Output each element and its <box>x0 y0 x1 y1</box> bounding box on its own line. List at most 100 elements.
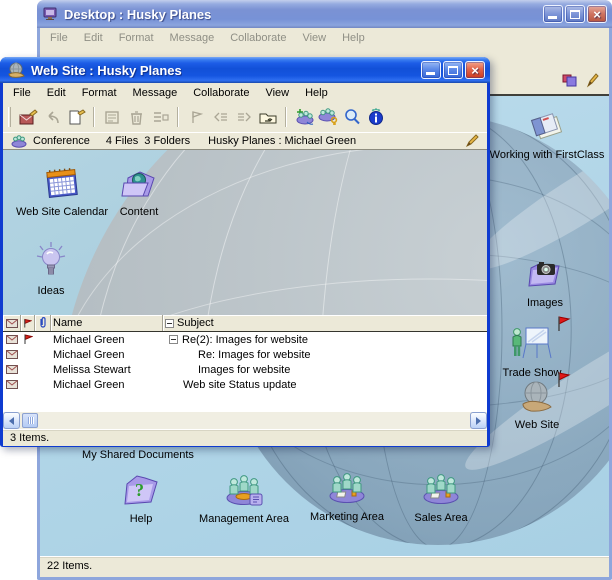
meeting-group-icon <box>222 474 266 508</box>
subscribe-icon <box>235 109 254 126</box>
message-subject: Images for website <box>163 364 487 376</box>
open-parent-folder-icon <box>258 109 278 126</box>
object-kind-label: Conference <box>33 135 90 147</box>
web-site-window-titlebar[interactable]: Web Site : Husky Planes × <box>0 57 490 83</box>
conference-content-area: Web Site Calendar Content <box>3 150 487 315</box>
search-icon <box>342 108 362 126</box>
desktop-icon-images[interactable]: Images <box>505 258 585 309</box>
conference-path: Husky Planes : Michael Green <box>208 135 356 147</box>
thread-icon <box>151 109 170 126</box>
get-info-button[interactable] <box>364 105 388 129</box>
unsubscribe-button[interactable] <box>208 105 232 129</box>
summary-button[interactable] <box>100 105 124 129</box>
layered-pages-icon[interactable] <box>562 74 577 87</box>
menu-collaborate[interactable]: Collaborate <box>222 30 294 46</box>
menu-edit[interactable]: Edit <box>76 30 111 46</box>
scroll-left-button[interactable] <box>3 412 20 429</box>
desktop-icon-working-with-firstclass[interactable]: Working with FirstClass <box>485 108 609 161</box>
column-attachment[interactable] <box>35 315 51 331</box>
menu-message[interactable]: Message <box>125 85 186 101</box>
menu-format[interactable]: Format <box>74 85 125 101</box>
desktop-icon-help[interactable]: ? Help <box>101 472 181 525</box>
maximize-button[interactable] <box>443 61 463 79</box>
message-subject: Re: Images for website <box>163 349 487 361</box>
desktop-icon-sales-area[interactable]: Sales Area <box>381 473 501 524</box>
thread-button[interactable] <box>148 105 172 129</box>
reply-button[interactable] <box>40 105 64 129</box>
search-button[interactable] <box>340 105 364 129</box>
column-name[interactable]: Name <box>51 315 163 331</box>
subscribe-button[interactable] <box>232 105 256 129</box>
delete-button[interactable] <box>124 105 148 129</box>
minimize-button[interactable] <box>421 61 441 79</box>
add-member-icon <box>294 108 315 126</box>
envelope-icon <box>3 350 21 359</box>
flag-icon <box>21 334 35 345</box>
collapse-all-icon[interactable] <box>165 319 174 328</box>
conference-info-bar: Conference 4 Files 3 Folders Husky Plane… <box>3 132 487 150</box>
column-envelope[interactable] <box>3 315 21 331</box>
desktop-icon-label: My Shared Documents <box>68 449 208 461</box>
toolbar-separator <box>93 107 95 127</box>
message-subject: Web site Status update <box>163 379 487 391</box>
books-icon <box>527 108 567 144</box>
sender-name: Michael Green <box>51 349 163 361</box>
flag-icon <box>557 316 571 332</box>
scroll-right-button[interactable] <box>470 412 487 429</box>
message-row[interactable]: Michael Green Re: Images for website <box>3 347 487 362</box>
flag-icon <box>23 318 32 329</box>
thread-collapse-icon[interactable] <box>169 335 178 344</box>
message-row[interactable]: Michael Green Web site Status update <box>3 377 487 392</box>
close-button[interactable]: × <box>587 5 607 23</box>
minimize-button[interactable] <box>543 5 563 23</box>
scrollbar-thumb[interactable] <box>22 413 38 428</box>
new-document-icon <box>67 109 86 126</box>
menu-help[interactable]: Help <box>297 85 336 101</box>
reply-icon <box>43 109 62 126</box>
images-folder-icon <box>525 258 565 292</box>
add-member-button[interactable] <box>292 105 316 129</box>
menu-format[interactable]: Format <box>111 30 162 46</box>
desktop-icon-label: Working with FirstClass <box>485 149 609 161</box>
desktop-window-titlebar[interactable]: Desktop : Husky Planes × <box>37 0 612 28</box>
column-subject[interactable]: Subject <box>163 315 487 331</box>
calendar-icon <box>42 166 82 201</box>
edit-pencil-icon[interactable] <box>586 73 599 88</box>
desktop-icon-web-site[interactable]: Web Site <box>497 380 577 431</box>
column-flag[interactable] <box>21 315 35 331</box>
toolbar-grip[interactable] <box>8 107 11 127</box>
permissions-button[interactable] <box>316 105 340 129</box>
menu-edit[interactable]: Edit <box>39 85 74 101</box>
desktop-item-count: 22 Items. <box>47 560 92 572</box>
web-site-status-bar: 3 Items. <box>3 429 487 446</box>
menu-view[interactable]: View <box>294 30 334 46</box>
envelope-icon <box>3 380 21 389</box>
content-icon-label: Content <box>99 206 179 218</box>
content-icon-ideas[interactable]: Ideas <box>13 242 89 297</box>
new-message-button[interactable] <box>16 105 40 129</box>
desktop-icon-trade-show[interactable]: Trade Show <box>490 324 574 379</box>
horizontal-scrollbar[interactable] <box>3 412 487 429</box>
conference-icon <box>11 135 27 148</box>
menu-file[interactable]: File <box>42 30 76 46</box>
meeting-group-icon <box>325 472 369 506</box>
web-site-menubar: File Edit Format Message Collaborate Vie… <box>3 83 487 102</box>
menu-view[interactable]: View <box>257 85 297 101</box>
flag-icon <box>187 109 206 126</box>
desktop-window-title: Desktop : Husky Planes <box>64 7 211 22</box>
close-button[interactable]: × <box>465 61 485 79</box>
left-arrow-icon <box>5 417 14 425</box>
menu-help[interactable]: Help <box>334 30 373 46</box>
message-row[interactable]: Michael Green Re(2): Images for website <box>3 332 487 347</box>
content-icon-content[interactable]: Content <box>99 168 179 218</box>
message-row[interactable]: Melissa Stewart Images for website <box>3 362 487 377</box>
menu-message[interactable]: Message <box>162 30 223 46</box>
new-document-button[interactable] <box>64 105 88 129</box>
flag-button[interactable] <box>184 105 208 129</box>
edit-pencil-icon[interactable] <box>466 134 479 148</box>
menu-collaborate[interactable]: Collaborate <box>185 85 257 101</box>
open-parent-folder-button[interactable] <box>256 105 280 129</box>
menu-file[interactable]: File <box>5 85 39 101</box>
desktop-icon-label: Help <box>101 513 181 525</box>
maximize-button[interactable] <box>565 5 585 23</box>
